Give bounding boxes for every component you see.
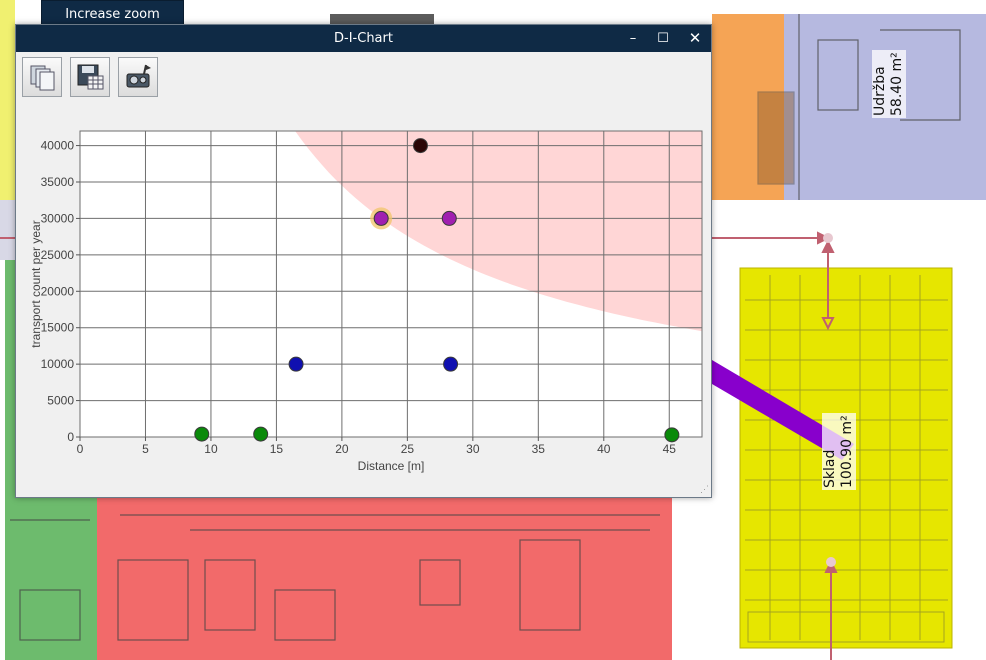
window-titlebar[interactable]: D-I-Chart – ☐ ✕ [16, 25, 711, 52]
y-tick-label: 40000 [41, 139, 75, 153]
room-name: Udržba [872, 66, 888, 116]
x-tick-label: 40 [597, 442, 611, 456]
export-media-icon [126, 64, 151, 88]
save-button[interactable] [70, 57, 110, 97]
x-axis-label: Distance [m] [358, 459, 425, 473]
data-point[interactable] [412, 138, 428, 154]
y-axis-label: transport count per year [29, 220, 43, 347]
copy-button[interactable] [22, 57, 62, 97]
y-tick-label: 35000 [41, 175, 75, 189]
room-area: 100.90 m² [839, 415, 855, 488]
zone-gray-left [0, 200, 15, 260]
x-tick-label: 45 [663, 442, 677, 456]
y-tick-label: 25000 [41, 248, 75, 262]
y-tick-label: 5000 [47, 394, 74, 408]
window-title: D-I-Chart [334, 31, 393, 46]
minimize-button[interactable]: – [618, 25, 648, 52]
close-button[interactable]: ✕ [680, 25, 710, 52]
y-tick-label: 30000 [41, 211, 75, 225]
d-i-chart[interactable]: 0 5 10 15 20 25 30 35 40 45 0 5000 10000 15000 20000 25… [16, 117, 713, 479]
data-point[interactable] [443, 356, 459, 372]
room-label-sklad: Sklad 100.90 m² [822, 413, 856, 490]
y-tick-label: 15000 [41, 321, 75, 335]
x-tick-label: 0 [77, 442, 84, 456]
room-area: 58.40 m² [889, 52, 905, 116]
maximize-button[interactable]: ☐ [648, 25, 678, 52]
room-name: Sklad [822, 449, 838, 488]
y-tick-label: 0 [67, 430, 74, 444]
data-point[interactable] [373, 210, 389, 226]
transport-node[interactable] [823, 233, 833, 243]
data-point[interactable] [664, 427, 680, 443]
save-table-icon [77, 64, 104, 90]
x-tick-label: 15 [270, 442, 284, 456]
x-tick-label: 35 [532, 442, 546, 456]
x-tick-label: 30 [466, 442, 480, 456]
y-tick-label: 20000 [41, 284, 75, 298]
x-tick-label: 25 [401, 442, 415, 456]
data-point[interactable] [194, 426, 210, 442]
zone-red [97, 498, 672, 660]
copy-pages-icon [30, 65, 55, 91]
x-tick-label: 5 [142, 442, 149, 456]
resize-grip[interactable]: ⋰ [700, 484, 709, 495]
zone-yellow-left [0, 0, 15, 200]
x-tick-label: 20 [335, 442, 349, 456]
transport-node[interactable] [826, 557, 836, 567]
room-label-udrzba: Udržba 58.40 m² [872, 50, 906, 118]
data-point[interactable] [288, 356, 304, 372]
increase-zoom-button[interactable]: Increase zoom [41, 0, 184, 27]
data-point[interactable] [253, 426, 269, 442]
chart-window[interactable]: D-I-Chart – ☐ ✕ 0 5 10 15 20 25 30 35 40… [15, 24, 712, 498]
x-tick-label: 10 [204, 442, 218, 456]
y-tick-label: 10000 [41, 357, 75, 371]
export-button[interactable] [118, 57, 158, 97]
data-point[interactable] [441, 210, 457, 226]
